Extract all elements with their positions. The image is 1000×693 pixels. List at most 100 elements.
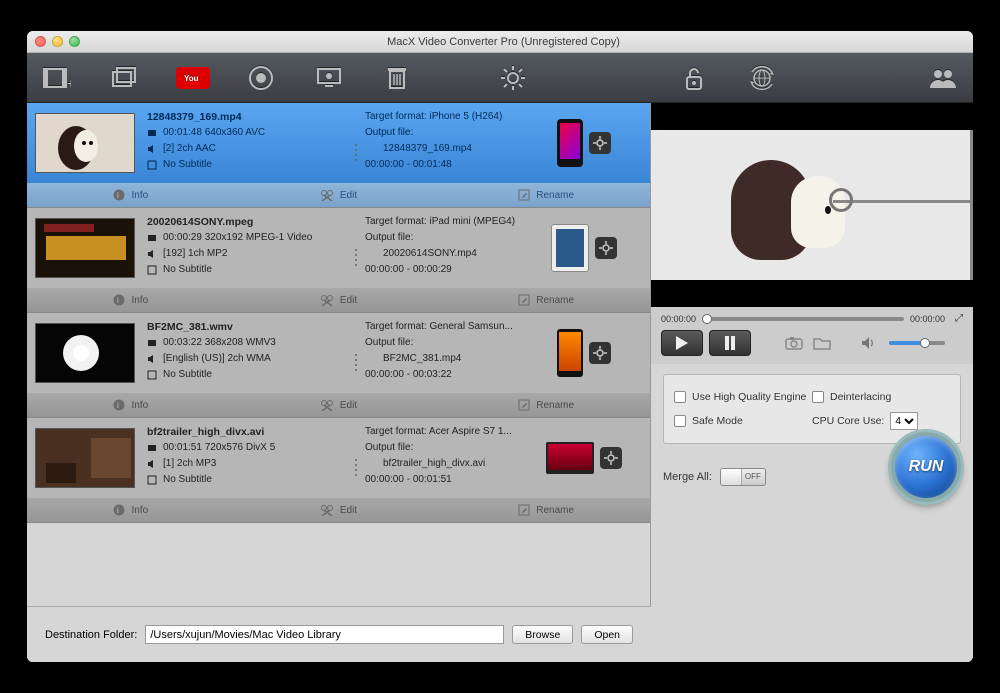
subtitle-info: No Subtitle (163, 367, 212, 383)
merge-label: Merge All: (663, 471, 712, 483)
edit-action[interactable]: Edit (235, 399, 443, 411)
audio-info: [192] 1ch MP2 (163, 246, 227, 262)
edit-action[interactable]: Edit (235, 189, 443, 201)
file-item[interactable]: BF2MC_381.wmv 00:03:22 368x208 WMV3 [Eng… (27, 313, 650, 418)
output-file-name: BF2MC_381.mp4 (365, 351, 537, 367)
info-action[interactable]: iInfo (27, 399, 235, 411)
browse-button[interactable]: Browse (512, 625, 573, 644)
svg-text:i: i (117, 191, 119, 200)
safe-mode-checkbox[interactable] (674, 415, 686, 427)
audio-info: [English (US)] 2ch WMA (163, 351, 271, 367)
subtitle-info: No Subtitle (163, 157, 212, 173)
run-button[interactable]: RUN (891, 432, 961, 502)
pause-button[interactable] (709, 330, 751, 356)
open-folder-icon[interactable] (811, 333, 833, 353)
edit-action[interactable]: Edit (235, 504, 443, 516)
main-toolbar: + You (27, 53, 973, 103)
rename-action[interactable]: Rename (442, 504, 650, 516)
video-codec-info: 00:03:22 368x208 WMV3 (163, 335, 276, 351)
svg-text:+: + (67, 75, 71, 90)
file-name: BF2MC_381.wmv (147, 319, 351, 335)
merge-toggle[interactable]: OFF (720, 468, 766, 486)
trash-icon[interactable] (377, 61, 417, 95)
volume-slider[interactable] (889, 341, 945, 345)
open-button[interactable]: Open (581, 625, 633, 644)
output-file-name: 12848379_169.mp4 (365, 141, 537, 157)
rename-action[interactable]: Rename (442, 399, 650, 411)
file-name: 20020614SONY.mpeg (147, 214, 351, 230)
snapshot-icon[interactable] (783, 333, 805, 353)
time-range: 00:00:00 - 00:01:51 (365, 472, 537, 488)
item-settings-button[interactable] (600, 447, 622, 469)
youtube-icon[interactable]: You (173, 61, 213, 95)
output-file-label: Output file: (365, 125, 537, 141)
file-name: bf2trailer_high_divx.avi (147, 424, 351, 440)
update-globe-icon[interactable] (742, 61, 782, 95)
target-device-icon (551, 224, 589, 272)
settings-icon[interactable] (493, 61, 533, 95)
video-codec-info: 00:01:48 640x360 AVC (163, 125, 265, 141)
add-photo-icon[interactable] (105, 61, 145, 95)
target-format: Target format: iPhone 5 (H264) (365, 109, 537, 125)
app-window: MacX Video Converter Pro (Unregistered C… (27, 31, 973, 662)
cpu-core-select[interactable]: 4 (890, 412, 918, 430)
svg-text:You: You (184, 74, 199, 83)
fullscreen-icon[interactable]: ⤢ (955, 313, 963, 324)
info-action[interactable]: iInfo (27, 189, 235, 201)
output-file-label: Output file: (365, 230, 537, 246)
destination-path-input[interactable] (145, 625, 504, 644)
video-codec-info: 00:01:51 720x576 DivX 5 (163, 440, 275, 456)
camera-record-icon[interactable] (241, 61, 281, 95)
output-file-label: Output file: (365, 440, 537, 456)
hq-engine-checkbox[interactable] (674, 391, 686, 403)
subtitle-info: No Subtitle (163, 262, 212, 278)
file-item[interactable]: 12848379_169.mp4 00:01:48 640x360 AVC [2… (27, 103, 650, 208)
rename-action[interactable]: Rename (442, 189, 650, 201)
file-item[interactable]: 20020614SONY.mpeg 00:00:29 320x192 MPEG-… (27, 208, 650, 313)
info-action[interactable]: iInfo (27, 504, 235, 516)
file-item[interactable]: bf2trailer_high_divx.avi 00:01:51 720x57… (27, 418, 650, 523)
play-button[interactable] (661, 330, 703, 356)
titlebar: MacX Video Converter Pro (Unregistered C… (27, 31, 973, 53)
target-format: Target format: iPad mini (MPEG4) (365, 214, 537, 230)
time-range: 00:00:00 - 00:00:29 (365, 262, 537, 278)
seek-slider[interactable] (702, 317, 904, 321)
screen-record-icon[interactable] (309, 61, 349, 95)
target-device-icon (557, 119, 583, 167)
output-file-name: 20020614SONY.mp4 (365, 246, 537, 262)
time-current: 00:00:00 (661, 314, 696, 324)
video-thumbnail (35, 323, 135, 383)
info-action[interactable]: iInfo (27, 294, 235, 306)
deinterlace-checkbox[interactable] (812, 391, 824, 403)
video-codec-info: 00:00:29 320x192 MPEG-1 Video (163, 230, 312, 246)
about-icon[interactable] (923, 61, 963, 95)
file-name: 12848379_169.mp4 (147, 109, 351, 125)
output-file-label: Output file: (365, 335, 537, 351)
rename-action[interactable]: Rename (442, 294, 650, 306)
add-video-icon[interactable]: + (37, 61, 77, 95)
target-device-icon (557, 329, 583, 377)
time-range: 00:00:00 - 00:01:48 (365, 157, 537, 173)
item-settings-button[interactable] (589, 132, 611, 154)
volume-icon[interactable] (857, 333, 879, 353)
item-settings-button[interactable] (595, 237, 617, 259)
time-total: 00:00:00 (910, 314, 945, 324)
unlock-icon[interactable] (674, 61, 714, 95)
output-file-name: bf2trailer_high_divx.avi (365, 456, 537, 472)
item-settings-button[interactable] (589, 342, 611, 364)
file-list: 12848379_169.mp4 00:01:48 640x360 AVC [2… (27, 103, 651, 606)
audio-info: [2] 2ch AAC (163, 141, 216, 157)
audio-info: [1] 2ch MP3 (163, 456, 216, 472)
destination-label: Destination Folder: (45, 629, 137, 641)
window-title: MacX Video Converter Pro (Unregistered C… (42, 36, 965, 48)
cpu-core-label: CPU Core Use: (812, 415, 884, 427)
target-device-icon (546, 442, 594, 474)
svg-text:i: i (117, 296, 119, 305)
preview-pane (651, 103, 973, 307)
subtitle-info: No Subtitle (163, 472, 212, 488)
edit-action[interactable]: Edit (235, 294, 443, 306)
destination-bar: Destination Folder: Browse Open (27, 606, 651, 662)
svg-text:i: i (117, 401, 119, 410)
target-format: Target format: Acer Aspire S7 1... (365, 424, 537, 440)
video-thumbnail (35, 113, 135, 173)
